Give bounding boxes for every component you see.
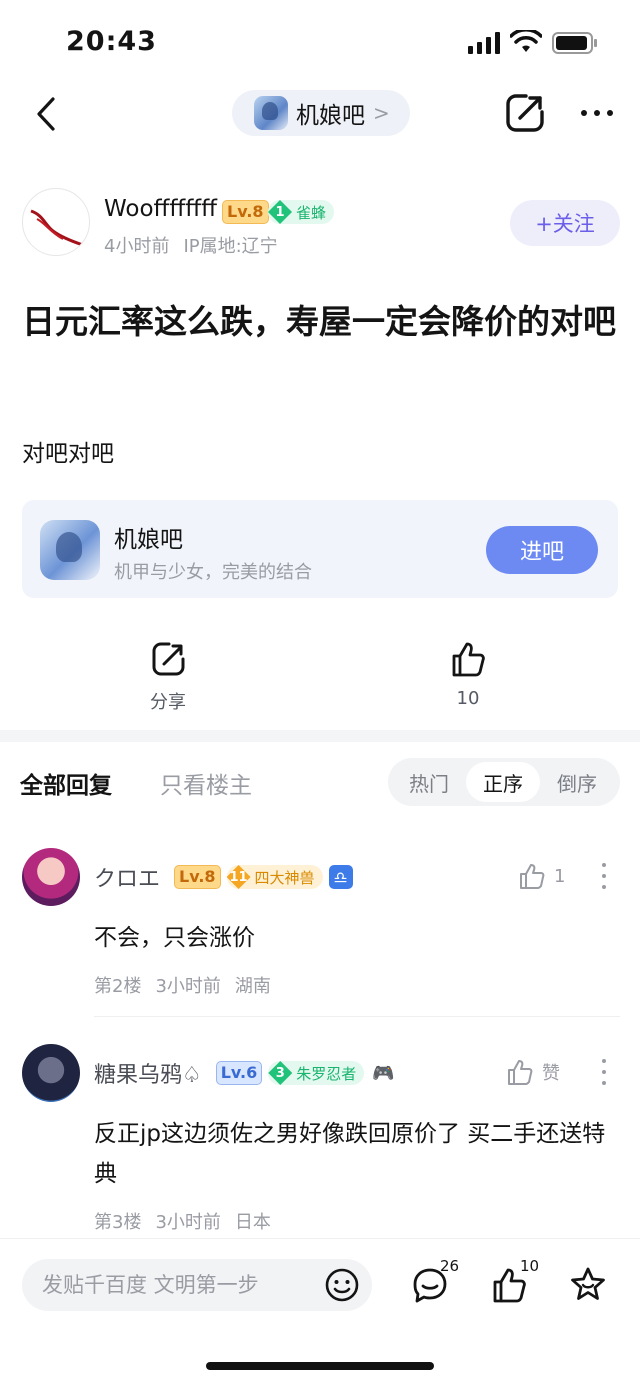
ip-location: IP属地:辽宁 <box>183 236 278 257</box>
more-options-icon[interactable] <box>592 1054 616 1090</box>
comments-button[interactable]: 26 <box>410 1257 459 1309</box>
battery-icon <box>552 32 597 54</box>
like-count: 10 <box>520 1257 540 1275</box>
status-bar: 20:43 <box>0 0 640 80</box>
thumbs-up-icon <box>452 642 485 677</box>
post-time: 4小时前 <box>104 236 170 257</box>
comment-item: 糖果乌鸦♤ Lv.6 3 朱罗忍者 🎮 赞 反正jp这边须佐之男好像跌回原价了 … <box>0 1044 640 1234</box>
home-indicator <box>206 1362 434 1370</box>
back-button[interactable] <box>24 90 68 138</box>
cellular-signal-icon <box>468 32 500 54</box>
comment-divider <box>94 1016 620 1017</box>
comment-like[interactable]: 1 <box>518 862 565 890</box>
fans-title: 雀蜂 <box>296 203 327 222</box>
comment-floor: 第3楼 <box>94 1212 142 1233</box>
reply-tabs: 全部回复 只看楼主 热门 正序 倒序 <box>0 756 640 808</box>
chevron-right-icon: > <box>373 101 390 125</box>
forum-card[interactable]: 机娘吧 机甲与少女，完美的结合 进吧 <box>22 500 618 598</box>
sort-descending[interactable]: 倒序 <box>540 762 614 802</box>
level-badge: Lv.6 <box>215 1061 263 1085</box>
comment-count: 26 <box>440 1257 460 1275</box>
commenter-info: クロエ Lv.8 11 四大神兽 ♎ <box>94 862 353 892</box>
red-stroke-avatar-icon <box>30 209 84 247</box>
comment-time: 3小时前 <box>155 1212 221 1233</box>
like-count: 10 <box>456 688 480 709</box>
commenter-avatar[interactable] <box>22 848 80 906</box>
forum-chip-name: 机娘吧 <box>296 103 365 129</box>
forum-avatar <box>254 96 288 130</box>
comment-meta: 第3楼 3小时前 日本 <box>94 1208 271 1234</box>
comment-like-label: 赞 <box>542 1063 560 1084</box>
post-author: Wooffffffff Lv.8 1 雀蜂 4小时前 IP属地:辽宁 +关注 <box>22 188 622 260</box>
level-badge: Lv.8 <box>174 865 221 889</box>
wifi-icon <box>510 30 542 52</box>
section-divider <box>0 730 640 742</box>
share-icon <box>152 642 185 676</box>
fans-title: 朱罗忍者 <box>296 1064 357 1083</box>
sort-ascending[interactable]: 正序 <box>466 762 540 802</box>
share-action[interactable]: 分享 <box>118 640 218 714</box>
fans-level-icon: 3 <box>268 1061 293 1085</box>
follow-button[interactable]: +关注 <box>510 200 620 246</box>
reply-composer <box>22 1259 372 1311</box>
author-name[interactable]: Wooffffffff <box>104 196 217 222</box>
fans-level-icon: 11 <box>226 865 251 889</box>
author-avatar[interactable] <box>22 188 90 256</box>
like-action[interactable]: 10 <box>418 640 518 709</box>
thumbs-up-icon <box>520 864 545 889</box>
forum-card-avatar <box>40 520 100 580</box>
share-label: 分享 <box>150 692 186 713</box>
post-meta: 4小时前 IP属地:辽宁 <box>104 232 278 258</box>
fans-badge: 3 朱罗忍者 <box>268 1061 365 1085</box>
like-button[interactable]: 10 <box>490 1257 539 1309</box>
nav-bar: 机娘吧 > <box>0 84 640 144</box>
comment-like[interactable]: 赞 <box>506 1058 560 1086</box>
sort-toggle: 热门 正序 倒序 <box>388 758 620 806</box>
post-actions: 分享 10 <box>0 640 640 720</box>
comment-text: 不会，只会涨价 <box>94 925 255 951</box>
comment-item: クロエ Lv.8 11 四大神兽 ♎ 1 不会，只会涨价 第2楼 3小时前 湖南 <box>0 848 640 1018</box>
forum-card-name: 机娘吧 <box>114 527 183 553</box>
post-body: 对吧对吧 <box>22 441 114 467</box>
chevron-left-icon <box>37 97 55 131</box>
post-title: 日元汇率这么跌，寿屋一定会降价的对吧 <box>22 302 616 341</box>
commenter-info: 糖果乌鸦♤ Lv.6 3 朱罗忍者 🎮 <box>94 1058 396 1088</box>
enter-forum-button[interactable]: 进吧 <box>486 526 598 574</box>
thumbs-up-icon <box>508 1060 533 1085</box>
comment-location: 日本 <box>234 1212 271 1233</box>
fans-title: 四大神兽 <box>254 868 315 887</box>
level-badge: Lv.8 <box>222 200 269 224</box>
share-icon[interactable] <box>502 90 548 136</box>
more-options-icon[interactable] <box>574 90 620 136</box>
favorite-button[interactable] <box>568 1265 612 1309</box>
comment-location: 湖南 <box>234 976 271 997</box>
commenter-name[interactable]: 糖果乌鸦♤ <box>94 1057 202 1089</box>
forum-card-description: 机甲与少女，完美的结合 <box>114 562 312 583</box>
more-options-icon[interactable] <box>592 858 616 894</box>
fans-badge: 1 雀蜂 <box>268 200 335 224</box>
tab-all-replies[interactable]: 全部回复 <box>20 766 112 800</box>
commenter-name[interactable]: クロエ <box>94 861 160 893</box>
comment-like-count: 1 <box>554 865 566 887</box>
reply-input[interactable] <box>42 1269 332 1301</box>
star-icon <box>571 1267 605 1300</box>
comment-text: 反正jp这边须佐之男好像跌回原价了 买二手还送特典 <box>94 1121 606 1187</box>
comment-meta: 第2楼 3小时前 湖南 <box>94 972 271 998</box>
gamepad-icon: 🎮 <box>372 1062 395 1084</box>
comment-time: 3小时前 <box>155 976 221 997</box>
sort-hot[interactable]: 热门 <box>392 762 466 802</box>
tab-op-only[interactable]: 只看楼主 <box>160 766 252 800</box>
commenter-avatar[interactable] <box>22 1044 80 1102</box>
forum-chip[interactable]: 机娘吧 > <box>232 90 410 136</box>
status-time: 20:43 <box>66 26 157 57</box>
comment-floor: 第2楼 <box>94 976 142 997</box>
fans-level-icon: 1 <box>268 200 292 224</box>
fans-badge: 11 四大神兽 <box>226 865 323 889</box>
libra-zodiac-icon: ♎ <box>328 865 353 889</box>
emoji-icon[interactable] <box>324 1267 360 1303</box>
